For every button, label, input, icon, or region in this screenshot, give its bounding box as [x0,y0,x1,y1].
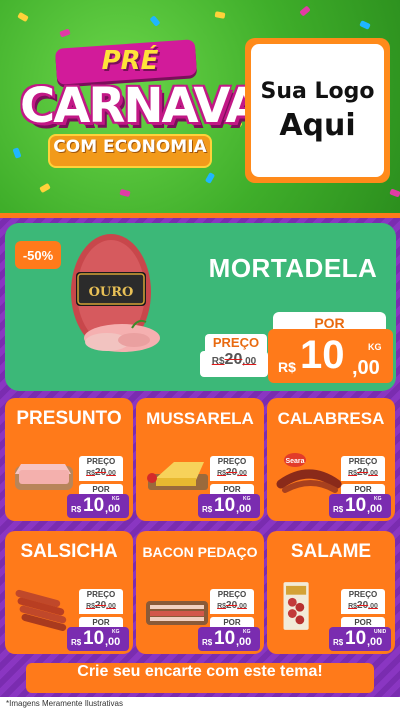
product-price: R$ 10,00 UNID [329,627,391,651]
divider-strip [0,213,400,218]
confetti [17,11,29,23]
product-name: SALSICHA [20,541,118,562]
title-pre: PRÉ [101,46,159,76]
header-banner: PRÉ CARNAVAL COM ECONOMIA Sua Logo Aqui [0,0,400,213]
mortadela-image: OURO [71,234,160,352]
seara-logo-text: Seara [285,458,304,465]
confetti [389,188,400,198]
confetti [214,11,226,19]
old-price: R$20,00 [210,600,254,614]
old-price: R$20,00 [200,351,268,377]
old-price: R$20,00 [79,467,123,481]
product-name: SALAME [290,541,372,562]
product-card-salame[interactable]: SALAME PREÇO R$20,00 POR R$ 10,00 UNID [267,531,395,654]
product-name: CALABRESA [277,409,385,428]
logo-inner: Sua Logo Aqui [251,44,384,177]
calabresa-image: Seara [276,453,342,493]
title-subtitle: COM ECONOMIA [53,137,207,157]
discount-badge: -50% [15,241,61,269]
logo-placeholder[interactable]: Sua Logo Aqui [245,38,390,183]
confetti [359,20,371,30]
bacon-image [146,601,208,625]
featured-price: R$ 10 ,00 KG [268,329,393,383]
product-price: R$ 10,00 KG [329,494,391,518]
old-price: R$20,00 [210,467,254,481]
title-carnaval: CARNAVAL [20,78,291,134]
confetti [119,188,131,198]
presunto-image [15,464,73,490]
product-name: PRESUNTO [16,408,122,429]
product-name: MUSSARELA [146,409,254,428]
confetti [39,182,51,194]
logo-text-line1: Sua Logo [260,78,375,104]
old-price: R$20,00 [341,467,385,481]
preco-label: PREÇO [205,334,267,352]
product-card-bacon[interactable]: BACON PEDAÇO PREÇO R$20,00 POR R$ 10,00 KG [136,531,264,654]
salsicha-image [15,589,67,631]
product-card-calabresa[interactable]: CALABRESA Seara PREÇO R$20,00 POR R$ 10,0… [267,398,395,521]
old-price: R$20,00 [341,600,385,614]
confetti [204,172,216,184]
confetti [149,15,161,27]
product-price: R$ 10,00 KG [67,627,129,651]
featured-product-name: MORTADELA [208,253,378,283]
product-name: BACON PEDAÇO [142,544,258,560]
mussarela-image [147,462,208,490]
salame-image [283,582,309,630]
product-card-salsicha[interactable]: SALSICHA PREÇO R$20,00 POR R$ 10,00 KG [5,531,133,654]
confetti [59,28,71,38]
brand-label: OURO [89,285,134,300]
cta-button[interactable]: Crie seu encarte com este tema! [26,663,374,693]
product-price: R$ 10,00 KG [198,494,260,518]
product-card-presunto[interactable]: PRESUNTO PREÇO R$20,00 POR R$ 10,00 KG [5,398,133,521]
logo-text-line2: Aqui [279,107,356,143]
product-price: R$ 10,00 KG [67,494,129,518]
product-card-mussarela[interactable]: MUSSARELA PREÇO R$20,00 POR R$ 10,00 KG [136,398,264,521]
product-price: R$ 10,00 KG [198,627,260,651]
disclaimer-text: *Imagens Meramente Ilustrativas [0,697,400,711]
old-price: R$20,00 [79,600,123,614]
pre-carnaval-title: PRÉ CARNAVAL COM ECONOMIA [20,38,291,168]
confetti [299,5,311,17]
